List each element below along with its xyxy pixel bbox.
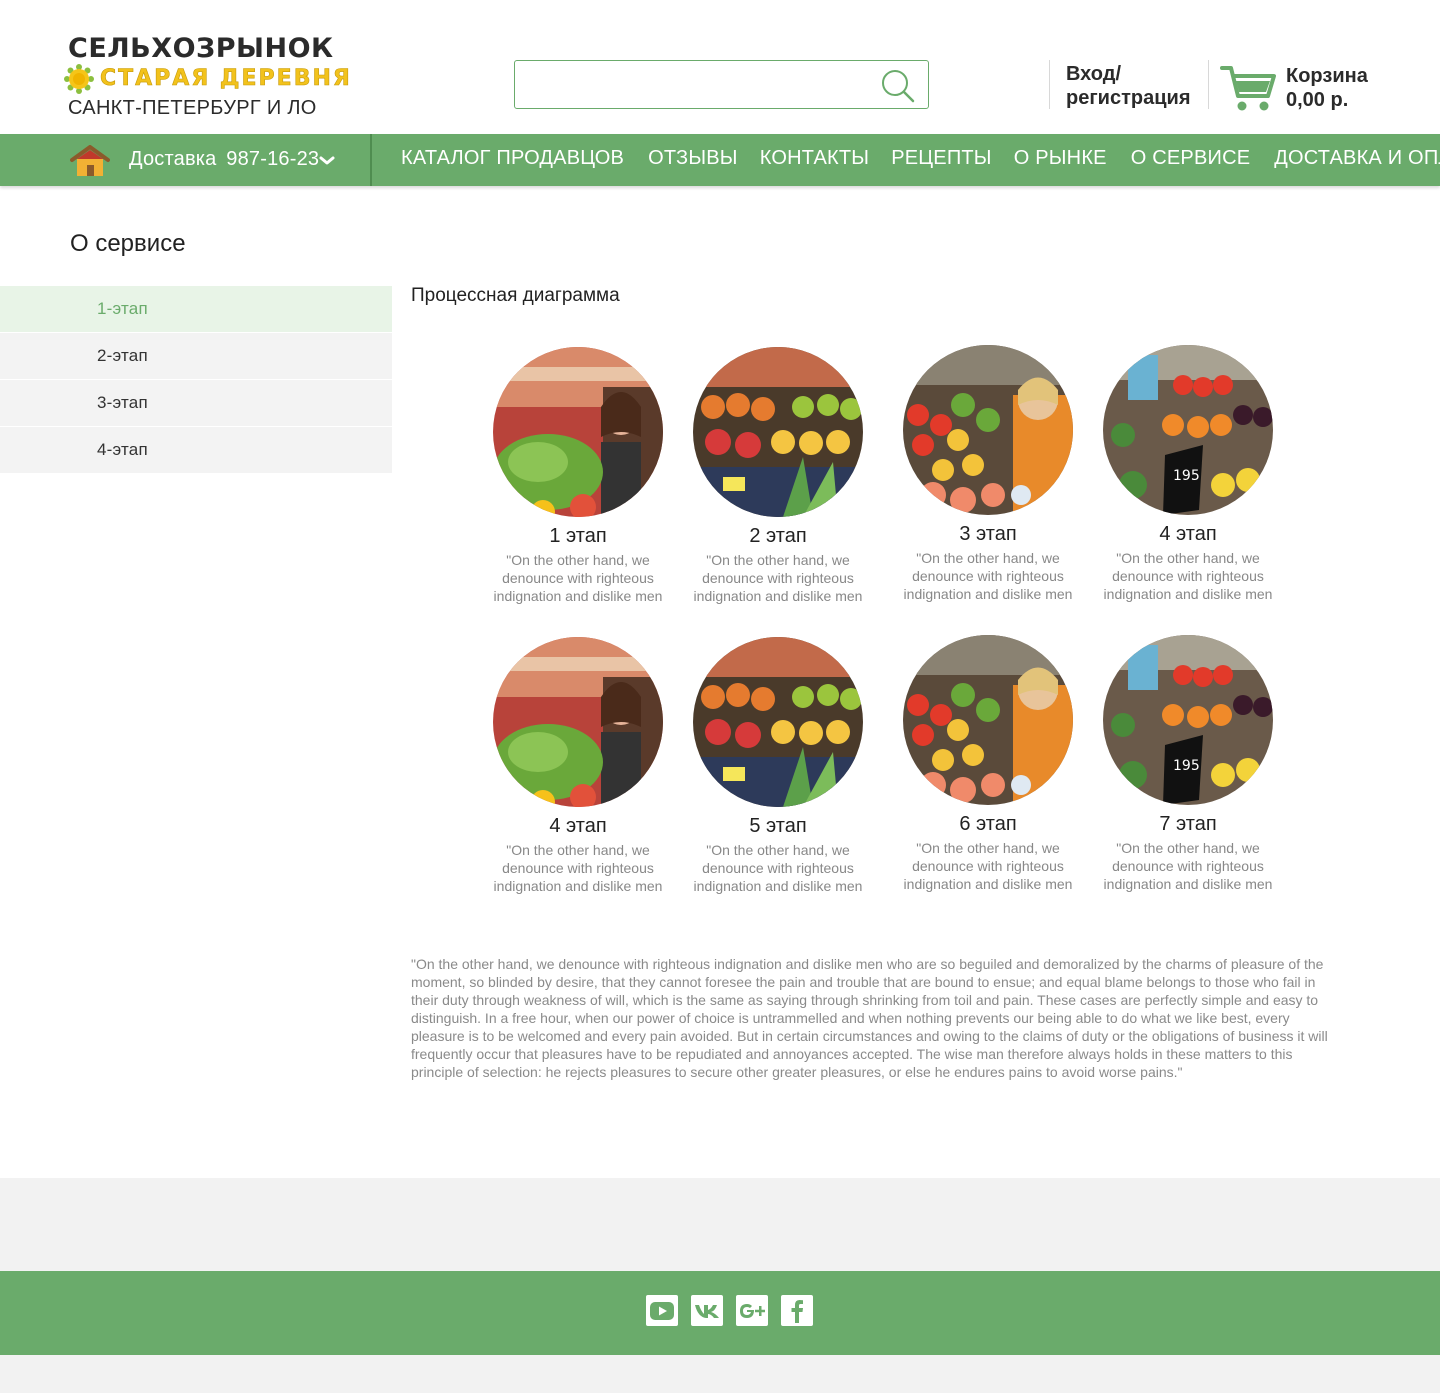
sunflower-icon (64, 64, 94, 94)
process-step: 195 7 этап "On the other hand, we denoun… (1088, 635, 1288, 893)
sidebar-item-stage-1[interactable]: 1-этап (0, 286, 392, 333)
home-icon[interactable] (70, 145, 110, 177)
svg-text:195: 195 (1173, 758, 1200, 774)
cart-summary[interactable]: Корзина 0,00 р. (1286, 64, 1368, 112)
step-label: 6 этап (959, 813, 1017, 835)
header-divider (1049, 60, 1050, 109)
vk-icon[interactable] (691, 1295, 723, 1326)
nav-item-contacts[interactable]: КОНТАКТЫ (760, 147, 870, 170)
process-step: 1 этап "On the other hand, we denounce w… (478, 347, 678, 605)
step-photo (493, 347, 663, 517)
service-description: "On the other hand, we denounce with rig… (411, 956, 1328, 1080)
nav-item-about-service[interactable]: О СЕРВИСЕ (1131, 147, 1251, 170)
phone-number: 987-16-23 (226, 148, 320, 170)
delivery-label: Доставка (129, 148, 217, 170)
nav-item-recipes[interactable]: РЕЦЕПТЫ (891, 147, 992, 170)
nav-item-sellers-catalog[interactable]: КАТАЛОГ ПРОДАВЦОВ (401, 147, 624, 170)
step-photo (903, 635, 1073, 805)
step-description: "On the other hand, we denounce with rig… (1103, 550, 1273, 602)
search-box (514, 60, 929, 109)
sidebar: 1-этап 2-этап 3-этап 4-этап (0, 286, 392, 474)
step-description: "On the other hand, we denounce with rig… (493, 552, 663, 604)
login-label: Вход/ (1066, 63, 1122, 85)
search-input[interactable] (525, 69, 865, 101)
header-divider (1208, 60, 1209, 109)
social-links (646, 1295, 826, 1326)
logo-subtitle: СТАРАЯ ДЕРЕВНЯ (100, 66, 352, 92)
step-photo: 195 (1103, 635, 1273, 805)
facebook-icon[interactable] (781, 1295, 813, 1326)
step-label: 4 этап (549, 815, 607, 837)
process-step: 195 4 этап "On the other hand, we denoun… (1088, 345, 1288, 603)
register-label: регистрация (1066, 87, 1191, 109)
process-step: 2 этап "On the other hand, we denounce w… (678, 347, 878, 605)
delivery-phone[interactable]: Доставка 987-16-23 (129, 148, 319, 171)
site-logo[interactable]: СЕЛЬХОЗРЫНОК СТАРАЯ ДЕРЕВНЯ САНКТ-ПЕТЕРБ… (64, 33, 368, 120)
logo-title: СЕЛЬХОЗРЫНОК (68, 33, 334, 64)
google-plus-icon[interactable] (736, 1295, 768, 1326)
youtube-icon[interactable] (646, 1295, 678, 1326)
content-title: Процессная диаграмма (411, 285, 620, 306)
process-step: 6 этап "On the other hand, we denounce w… (888, 635, 1088, 893)
site-header: СЕЛЬХОЗРЫНОК СТАРАЯ ДЕРЕВНЯ САНКТ-ПЕТЕРБ… (0, 0, 1440, 134)
nav-item-reviews[interactable]: ОТЗЫВЫ (648, 147, 738, 170)
logo-subtitle-row: СТАРАЯ ДЕРЕВНЯ (64, 64, 368, 94)
step-label: 3 этап (959, 523, 1017, 545)
process-step: 5 этап "On the other hand, we denounce w… (678, 637, 878, 895)
cart-icon[interactable] (1220, 64, 1276, 114)
footer-top (0, 1178, 1440, 1271)
step-description: "On the other hand, we denounce with rig… (1103, 840, 1273, 892)
step-photo (693, 637, 863, 807)
step-photo (493, 637, 663, 807)
step-label: 1 этап (549, 525, 607, 547)
step-label: 2 этап (749, 525, 807, 547)
step-photo: 195 (1103, 345, 1273, 515)
logo-region: САНКТ-ПЕТЕРБУРГ И ЛО (68, 97, 317, 119)
process-step: 3 этап "On the other hand, we denounce w… (888, 345, 1088, 603)
main-nav: Доставка 987-16-23 КАТАЛОГ ПРОДАВЦОВ ОТЗ… (0, 134, 1440, 186)
footer-bottom (0, 1355, 1440, 1393)
nav-menu: КАТАЛОГ ПРОДАВЦОВ ОТЗЫВЫ КОНТАКТЫ РЕЦЕПТ… (401, 147, 1440, 170)
step-label: 7 этап (1159, 813, 1217, 835)
step-description: "On the other hand, we denounce with rig… (903, 550, 1073, 602)
sidebar-item-stage-2[interactable]: 2-этап (0, 333, 392, 380)
step-photo (693, 347, 863, 517)
step-description: "On the other hand, we denounce with rig… (693, 552, 863, 604)
step-label: 4 этап (1159, 523, 1217, 545)
login-link[interactable]: Вход/ регистрация (1066, 62, 1190, 110)
step-description: "On the other hand, we denounce with rig… (903, 840, 1073, 892)
step-label: 5 этап (749, 815, 807, 837)
search-icon[interactable] (880, 68, 916, 104)
cart-label: Корзина (1286, 65, 1368, 87)
step-description: "On the other hand, we denounce with rig… (693, 842, 863, 894)
step-description: "On the other hand, we denounce with rig… (493, 842, 663, 894)
nav-item-delivery-payment[interactable]: ДОСТАВКА И ОПЛАТА (1274, 147, 1440, 170)
svg-text:195: 195 (1173, 468, 1200, 484)
process-step: 4 этап "On the other hand, we denounce w… (478, 637, 678, 895)
sidebar-item-stage-3[interactable]: 3-этап (0, 380, 392, 427)
page-title: О сервисе (70, 230, 186, 257)
cart-total: 0,00 р. (1286, 89, 1349, 111)
sidebar-item-stage-4[interactable]: 4-этап (0, 427, 392, 474)
chevron-down-icon[interactable] (319, 154, 335, 166)
nav-separator (370, 134, 372, 186)
step-photo (903, 345, 1073, 515)
nav-item-about-market[interactable]: О РЫНКЕ (1014, 147, 1107, 170)
